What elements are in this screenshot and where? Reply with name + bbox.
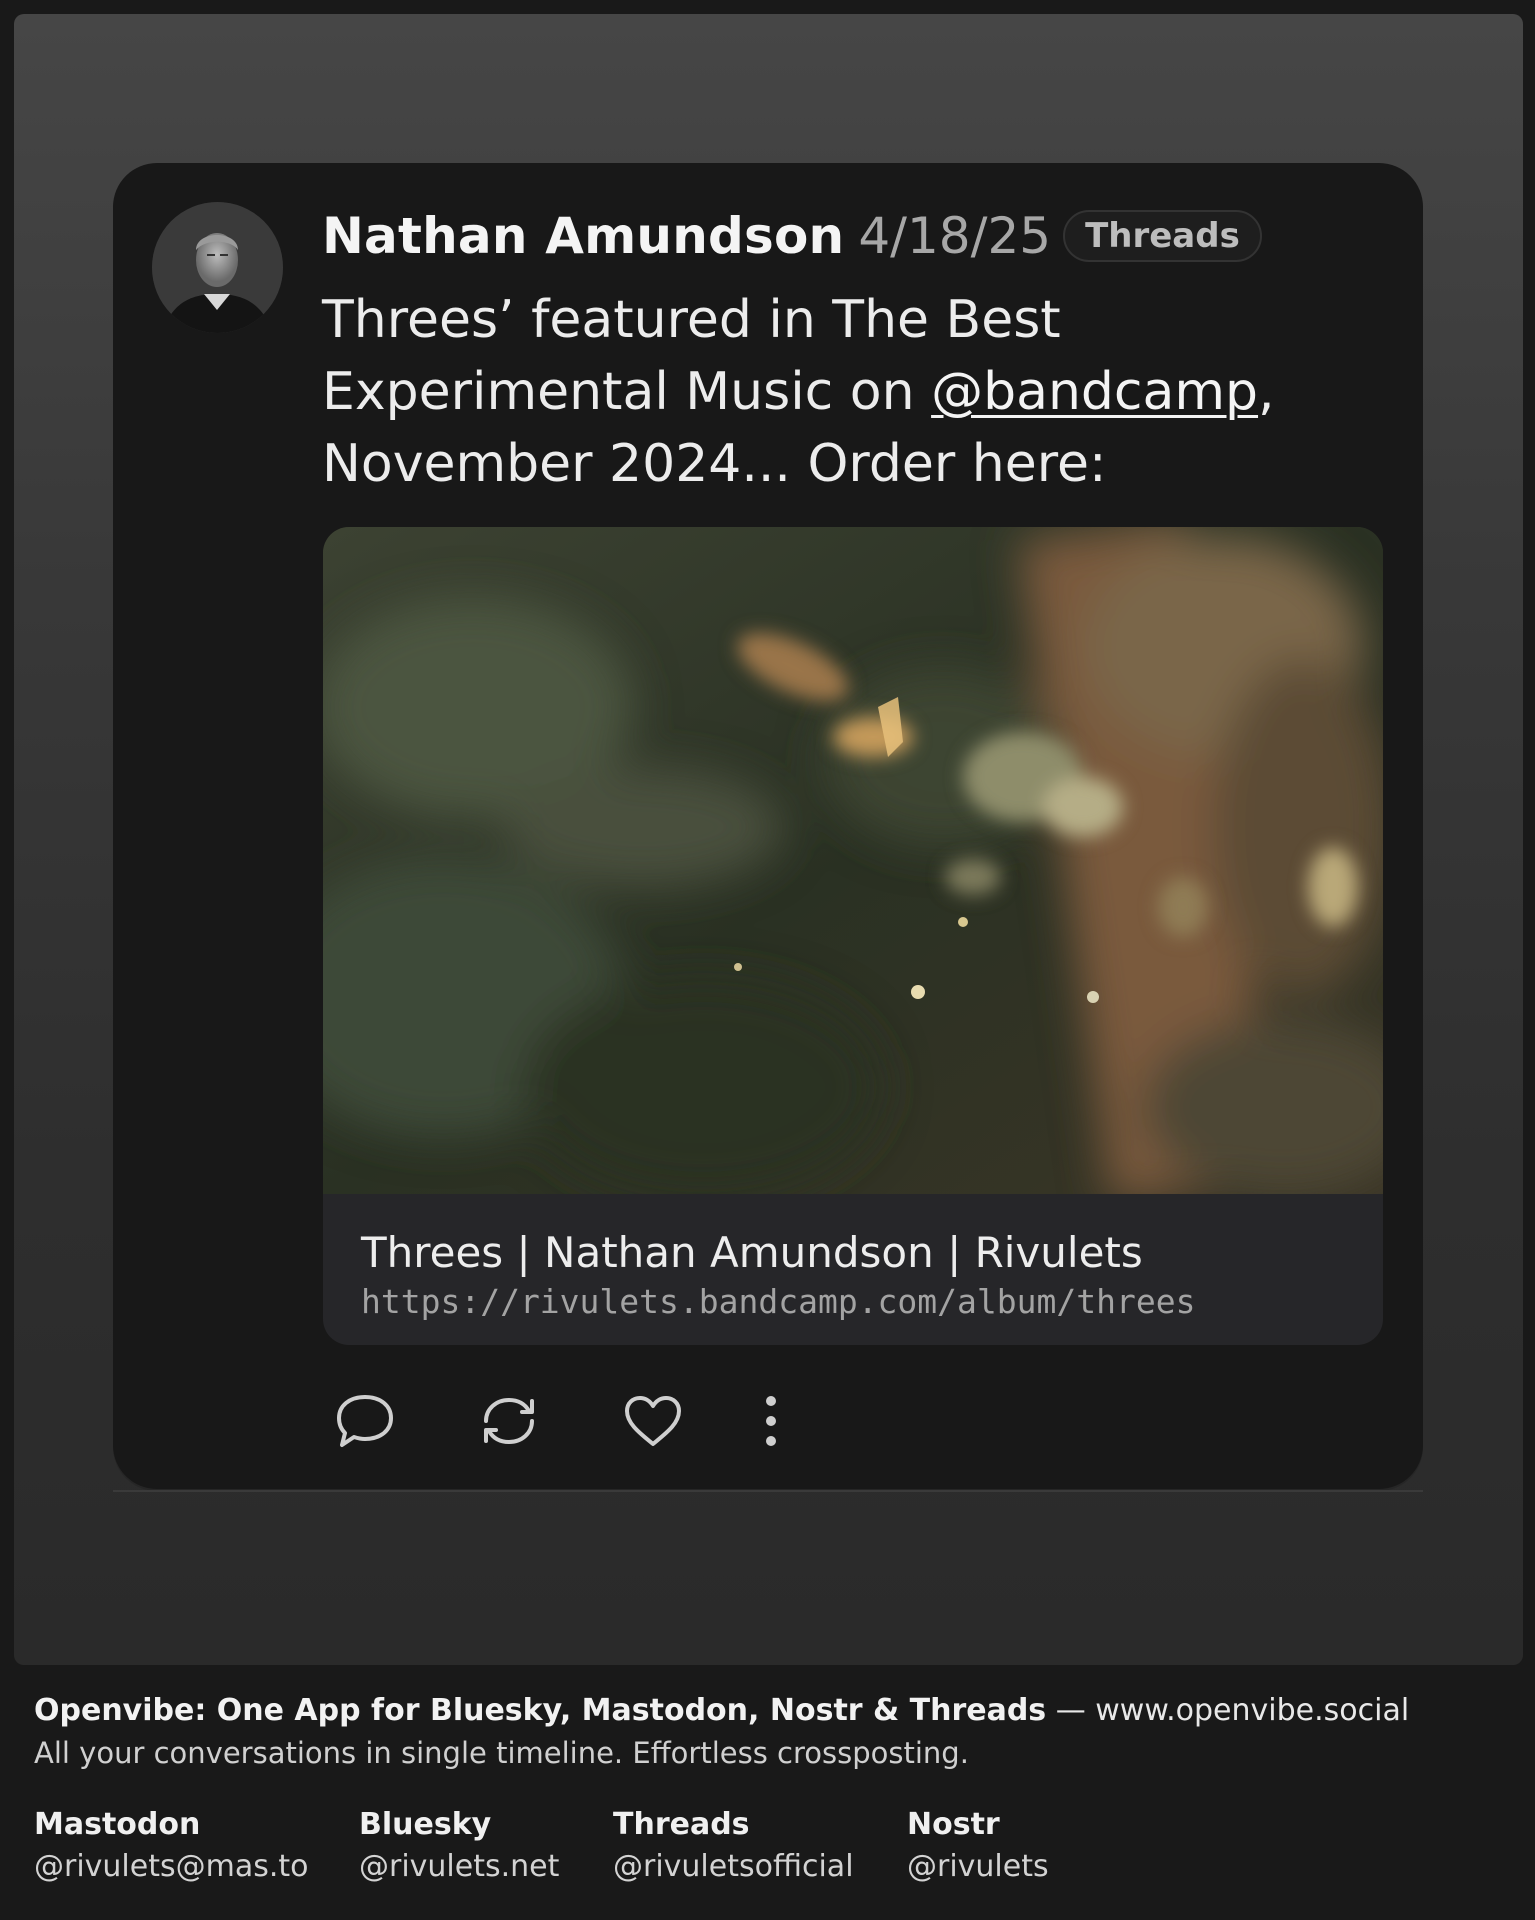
footer-headline: Openvibe: One App for Bluesky, Mastodon,… <box>34 1690 1514 1732</box>
author-avatar[interactable] <box>152 202 283 333</box>
social-network-name: Bluesky <box>359 1807 492 1842</box>
social-handle[interactable]: @rivulets <box>907 1846 1049 1888</box>
social-handle[interactable]: @rivulets@mas.to <box>34 1846 309 1888</box>
footer-separator: — <box>1046 1693 1096 1728</box>
post-body: Threes’ featured in The Best Experimenta… <box>322 284 1322 500</box>
author-name[interactable]: Nathan Amundson <box>322 207 844 265</box>
social-nostr: Nostr @rivulets <box>907 1804 1049 1888</box>
social-network-name: Nostr <box>907 1807 1000 1842</box>
link-title[interactable]: Threes | Nathan Amundson | Rivulets <box>361 1228 1143 1277</box>
social-mastodon: Mastodon @rivulets@mas.to <box>34 1804 309 1888</box>
social-handle[interactable]: @rivuletsofficial <box>613 1846 854 1888</box>
website-link[interactable]: www.openvibe.social <box>1095 1693 1409 1728</box>
social-threads: Threads @rivuletsofficial <box>613 1804 854 1888</box>
post-date[interactable]: 4/18/25 <box>858 207 1051 265</box>
network-badge: Threads <box>1063 210 1262 262</box>
social-network-name: Threads <box>613 1807 750 1842</box>
social-network-name: Mastodon <box>34 1807 201 1842</box>
album-cover-photo <box>323 527 1383 1194</box>
promo-footer: Openvibe: One App for Bluesky, Mastodon,… <box>34 1690 1514 1884</box>
mention-link[interactable]: @bandcamp <box>931 362 1258 422</box>
app-title: Openvibe: One App for Bluesky, Mastodon,… <box>34 1693 1047 1728</box>
link-url[interactable]: https://rivulets.bandcamp.com/album/thre… <box>361 1282 1195 1321</box>
speech-bubble-icon <box>337 1395 393 1447</box>
footer-tagline: All your conversations in single timelin… <box>34 1736 969 1770</box>
card-divider <box>113 1490 1423 1492</box>
repost-arrows-icon <box>484 1397 534 1445</box>
link-preview-image[interactable] <box>323 527 1383 1194</box>
avatar-portrait <box>152 202 283 333</box>
post-header: Nathan Amundson 4/18/25 Threads <box>322 200 1262 272</box>
repost-button[interactable] <box>474 1386 544 1456</box>
like-button[interactable] <box>618 1386 688 1456</box>
heart-icon <box>625 1396 681 1446</box>
reply-button[interactable] <box>330 1386 400 1456</box>
vertical-ellipsis-icon <box>766 1396 776 1446</box>
social-bluesky: Bluesky @rivulets.net <box>359 1804 559 1888</box>
social-handle[interactable]: @rivulets.net <box>359 1846 559 1888</box>
more-button[interactable] <box>746 1386 796 1456</box>
link-preview-caption[interactable]: Threes | Nathan Amundson | Rivulets http… <box>323 1194 1383 1345</box>
